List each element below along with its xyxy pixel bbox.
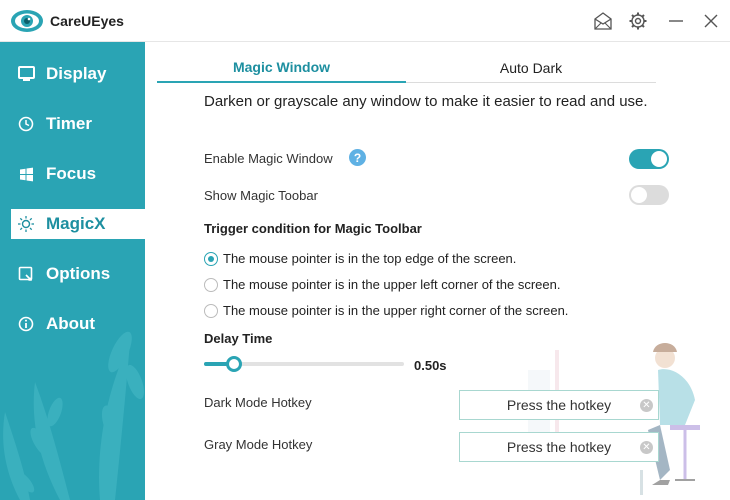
info-icon bbox=[17, 315, 35, 333]
eye-logo-icon bbox=[10, 6, 44, 36]
dark-mode-hotkey-label: Dark Mode Hotkey bbox=[204, 395, 312, 410]
sidebar-item-label: Options bbox=[46, 264, 111, 283]
clear-icon[interactable]: ✕ bbox=[640, 399, 653, 412]
close-icon[interactable] bbox=[699, 9, 723, 33]
sidebar-item-label: Display bbox=[46, 64, 107, 83]
sidebar-item-timer[interactable]: Timer bbox=[11, 109, 145, 139]
sidebar-item-label: Focus bbox=[46, 164, 97, 183]
toggle-knob bbox=[631, 187, 647, 203]
sidebar-item-label: MagicX bbox=[46, 214, 106, 233]
slider-thumb[interactable] bbox=[226, 356, 242, 372]
sidebar-item-magicx[interactable]: MagicX bbox=[11, 209, 145, 239]
windows-icon bbox=[17, 165, 35, 183]
help-icon[interactable]: ? bbox=[349, 149, 366, 166]
show-magic-toolbar-label: Show Magic Toobar bbox=[204, 188, 318, 203]
tab-magic-window[interactable]: Magic Window bbox=[157, 52, 406, 83]
delay-time-title: Delay Time bbox=[204, 331, 273, 346]
hotkey-placeholder: Press the hotkey bbox=[506, 397, 612, 413]
sidebar-item-options[interactable]: Options bbox=[11, 259, 145, 289]
toggle-knob bbox=[651, 151, 667, 167]
sidebar-item-about[interactable]: About bbox=[11, 309, 145, 339]
sun-icon bbox=[17, 215, 35, 233]
monitor-icon bbox=[17, 65, 35, 83]
app-title: CareUEyes bbox=[50, 13, 124, 29]
radio-button[interactable] bbox=[204, 277, 218, 292]
radio-label: The mouse pointer is in the upper right … bbox=[223, 303, 569, 318]
sidebar-item-label: Timer bbox=[46, 114, 92, 133]
gray-mode-hotkey-input[interactable]: Press the hotkey ✕ bbox=[459, 432, 659, 462]
radio-button[interactable] bbox=[204, 303, 218, 318]
minimize-icon[interactable] bbox=[664, 9, 688, 33]
trigger-condition-title: Trigger condition for Magic Toolbar bbox=[204, 221, 422, 236]
sidebar-item-focus[interactable]: Focus bbox=[11, 159, 145, 189]
gray-mode-hotkey-label: Gray Mode Hotkey bbox=[204, 437, 313, 452]
gear-icon[interactable] bbox=[626, 9, 650, 33]
sidebar-item-label: About bbox=[46, 314, 96, 333]
radio-label: The mouse pointer is in the top edge of … bbox=[223, 251, 517, 266]
delay-value: 0.50s bbox=[414, 358, 447, 373]
enable-magic-window-label: Enable Magic Window bbox=[204, 151, 333, 166]
dark-mode-hotkey-input[interactable]: Press the hotkey ✕ bbox=[459, 390, 659, 420]
trigger-option-upper-right[interactable]: The mouse pointer is in the upper right … bbox=[204, 303, 568, 318]
radio-label: The mouse pointer is in the upper left c… bbox=[223, 277, 561, 292]
options-icon bbox=[17, 265, 35, 283]
sidebar: Display Timer Focus MagicX Options About bbox=[0, 42, 145, 500]
page-description: Darken or grayscale any window to make i… bbox=[204, 93, 648, 110]
mail-icon[interactable] bbox=[591, 9, 615, 33]
title-bar: CareUEyes bbox=[0, 0, 730, 42]
tab-auto-dark[interactable]: Auto Dark bbox=[406, 52, 656, 83]
tab-bar: Magic Window Auto Dark bbox=[157, 52, 656, 83]
show-magic-toolbar-toggle[interactable] bbox=[629, 185, 669, 205]
enable-magic-window-toggle[interactable] bbox=[629, 149, 669, 169]
clear-icon[interactable]: ✕ bbox=[640, 441, 653, 454]
trigger-option-top-edge[interactable]: The mouse pointer is in the top edge of … bbox=[204, 251, 516, 266]
sidebar-item-display[interactable]: Display bbox=[11, 59, 145, 89]
radio-button[interactable] bbox=[204, 251, 218, 266]
trigger-option-upper-left[interactable]: The mouse pointer is in the upper left c… bbox=[204, 277, 560, 292]
delay-slider[interactable] bbox=[204, 356, 404, 372]
hotkey-placeholder: Press the hotkey bbox=[506, 439, 612, 455]
clock-icon bbox=[17, 115, 35, 133]
